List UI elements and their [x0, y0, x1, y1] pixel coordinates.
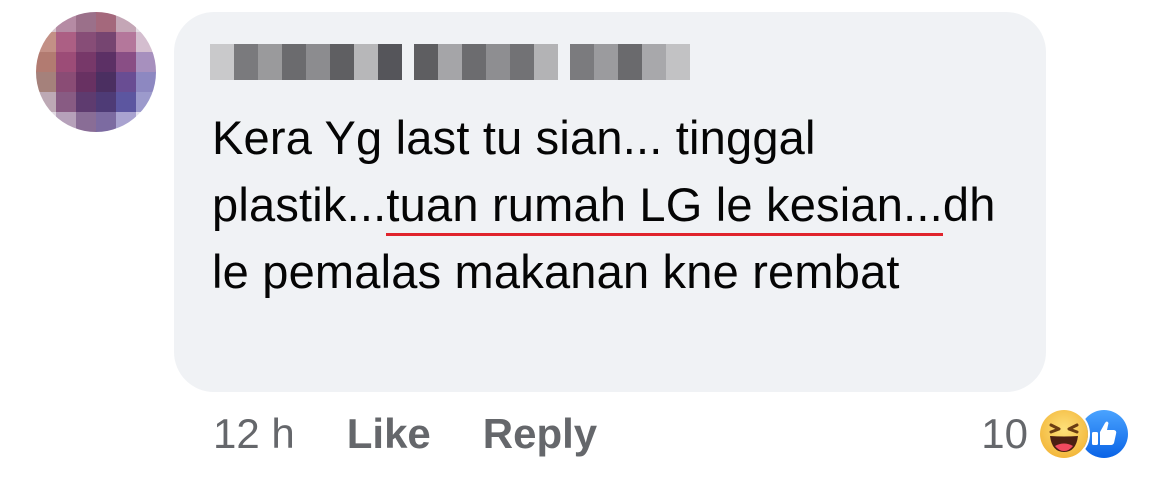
reactions-summary[interactable]: 10 — [981, 408, 1134, 460]
reaction-count: 10 — [981, 410, 1028, 457]
reply-button[interactable]: Reply — [483, 410, 597, 458]
haha-icon — [1038, 408, 1090, 460]
reaction-icons — [1038, 408, 1134, 460]
comment: Kera Yg last tu sian... tinggal plastik.… — [0, 0, 1170, 480]
timestamp[interactable]: 12 h — [213, 410, 295, 458]
avatar[interactable] — [36, 12, 156, 132]
comment-text-underlined: tuan rumah LG le kesian... — [386, 178, 943, 236]
author-name-redacted[interactable] — [210, 44, 690, 80]
comment-text: Kera Yg last tu sian... tinggal plastik.… — [212, 104, 1032, 305]
comment-actions: 12 h Like Reply — [213, 410, 649, 458]
like-button[interactable]: Like — [347, 410, 431, 458]
